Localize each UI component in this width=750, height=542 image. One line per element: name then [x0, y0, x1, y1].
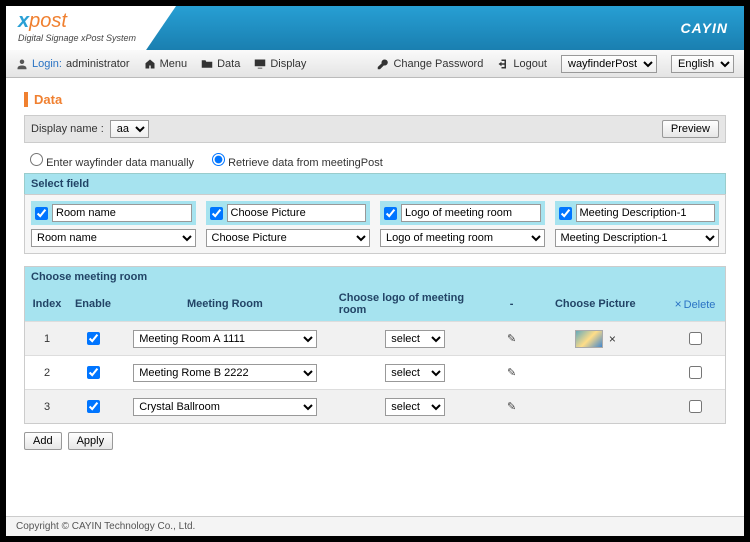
display-icon [254, 58, 266, 70]
field-check-1 [206, 201, 371, 225]
field-label-input[interactable] [576, 204, 716, 222]
display-name-select[interactable]: aa [110, 120, 149, 138]
field-checkbox[interactable] [210, 207, 223, 220]
select-field-panel: Room name Choose Picture Logo of meeting r… [24, 194, 726, 254]
app-header: xpost Digital Signage xPost System CAYIN [6, 6, 744, 50]
field-check-2 [380, 201, 545, 225]
radio-meetingpost[interactable]: Retrieve data from meetingPost [212, 153, 383, 169]
home-icon [144, 58, 156, 70]
delete-checkbox[interactable] [689, 366, 702, 379]
select-field-header: Select field [24, 173, 726, 194]
menu-button[interactable]: Menu [144, 58, 188, 70]
field-mapping-select[interactable]: Room name [31, 229, 196, 247]
field-checkbox[interactable] [559, 207, 572, 220]
display-name-label: Display name : [31, 123, 104, 135]
preview-button[interactable]: Preview [662, 120, 719, 138]
field-mapping-select[interactable]: Meeting Description-1 [555, 229, 720, 247]
user-icon [16, 58, 28, 70]
table-row: 3 Crystal Ballroom select ✎ [25, 389, 725, 423]
brand-label: CAYIN [680, 20, 744, 36]
pencil-icon[interactable]: ✎ [507, 366, 516, 379]
field-label-input[interactable] [52, 204, 192, 222]
add-button[interactable]: Add [24, 432, 62, 450]
enable-checkbox[interactable] [87, 332, 100, 345]
logo-select[interactable]: select [385, 330, 445, 348]
rooms-table-header: Index Enable Meeting Room Choose logo of… [25, 287, 725, 321]
field-check-0 [31, 201, 196, 225]
row-index: 1 [25, 322, 69, 355]
enable-checkbox[interactable] [87, 366, 100, 379]
picture-thumbnail [575, 330, 603, 348]
field-check-3 [555, 201, 720, 225]
key-icon [377, 58, 389, 70]
page-title: Data [24, 92, 726, 107]
choose-room-header: Choose meeting room [25, 267, 725, 287]
pencil-icon[interactable]: ✎ [507, 400, 516, 413]
enable-checkbox[interactable] [87, 400, 100, 413]
meeting-room-select[interactable]: Meeting Room A 1111 [133, 330, 316, 348]
delete-checkbox[interactable] [689, 400, 702, 413]
pencil-icon[interactable]: ✎ [507, 332, 516, 345]
row-index: 2 [25, 356, 69, 389]
data-button[interactable]: Data [201, 58, 240, 70]
module-select[interactable]: wayfinderPost [561, 55, 657, 73]
meeting-room-select[interactable]: Crystal Ballroom [133, 398, 316, 416]
logout-icon [497, 58, 509, 70]
delete-checkbox[interactable] [689, 332, 702, 345]
field-mapping-select[interactable]: Choose Picture [206, 229, 371, 247]
table-row: 2 Meeting Rome B 2222 select ✎ [25, 355, 725, 389]
logo-area: xpost Digital Signage xPost System [6, 6, 176, 50]
delete-all-link[interactable]: Delete [675, 297, 716, 311]
toolbar: Login: administrator Menu Data Display C… [6, 50, 744, 78]
logo-subtitle: Digital Signage xPost System [18, 33, 136, 43]
row-index: 3 [25, 390, 69, 423]
login-info: Login: administrator [16, 58, 130, 70]
radio-manual[interactable]: Enter wayfinder data manually [30, 153, 194, 169]
change-password-button[interactable]: Change Password [377, 58, 483, 70]
field-mapping-select[interactable]: Logo of meeting room [380, 229, 545, 247]
field-label-input[interactable] [401, 204, 541, 222]
folder-icon [201, 58, 213, 70]
remove-picture-button[interactable]: × [609, 332, 616, 346]
field-checkbox[interactable] [384, 207, 397, 220]
meeting-room-select[interactable]: Meeting Rome B 2222 [133, 364, 316, 382]
logo-select[interactable]: select [385, 398, 445, 416]
language-select[interactable]: English [671, 55, 734, 73]
table-row: 1 Meeting Room A 1111 select ✎ × [25, 321, 725, 355]
logo-select[interactable]: select [385, 364, 445, 382]
logo-post: post [29, 10, 67, 32]
field-checkbox[interactable] [35, 207, 48, 220]
content-area: Data Display name : aa Preview Enter way… [6, 78, 744, 516]
logout-button[interactable]: Logout [497, 58, 547, 70]
display-name-row: Display name : aa Preview [24, 115, 726, 143]
footer: Copyright © CAYIN Technology Co., Ltd. [6, 516, 744, 536]
apply-button[interactable]: Apply [68, 432, 114, 450]
copyright: Copyright © CAYIN Technology Co., Ltd. [16, 521, 195, 532]
logo-x: x [18, 10, 29, 32]
field-label-input[interactable] [227, 204, 367, 222]
data-source-radios: Enter wayfinder data manually Retrieve d… [24, 149, 726, 173]
rooms-table: Choose meeting room Index Enable Meeting… [24, 266, 726, 424]
display-button[interactable]: Display [254, 58, 306, 70]
